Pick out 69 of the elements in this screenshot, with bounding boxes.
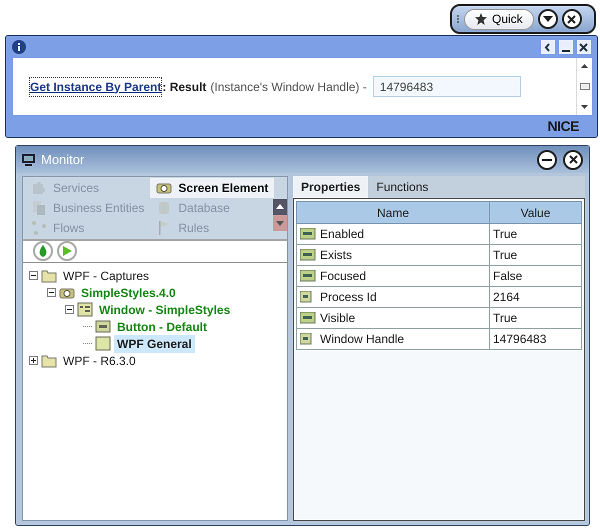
close-icon xyxy=(568,155,578,164)
property-name: Enabled xyxy=(320,226,364,243)
capture-button[interactable] xyxy=(33,241,53,261)
scroll-down-icon xyxy=(581,105,588,109)
close-button[interactable] xyxy=(562,9,582,29)
quick-button[interactable]: Quick xyxy=(464,8,534,30)
result-field[interactable]: 14796483 xyxy=(372,76,521,97)
result-description: (Instance's Window Handle) - xyxy=(210,78,367,96)
star-icon xyxy=(475,13,487,25)
property-value: 14796483 xyxy=(493,332,546,346)
tab[interactable]: Functions xyxy=(368,176,436,198)
tree-item[interactable]: WPF - Captures xyxy=(60,266,152,284)
result-label: : Result xyxy=(162,78,206,96)
minimize-button[interactable] xyxy=(559,40,573,54)
close-button[interactable] xyxy=(577,40,591,54)
monitor-icon xyxy=(22,154,35,166)
close-button[interactable] xyxy=(563,150,583,170)
pages-icon xyxy=(31,200,47,216)
property-value: True xyxy=(493,311,518,325)
tree-item[interactable]: SimpleStyles.4.0 xyxy=(78,284,179,302)
property-name: Process Id xyxy=(320,289,377,306)
tree-item[interactable]: Window - SimpleStyles xyxy=(96,300,234,318)
property-name: Focused xyxy=(320,268,366,285)
back-button[interactable] xyxy=(541,40,555,54)
minimize-icon xyxy=(562,50,570,52)
caret-icon xyxy=(542,16,553,22)
close-icon xyxy=(567,14,576,24)
window-icon xyxy=(77,302,93,317)
tab[interactable]: Properties xyxy=(293,176,368,198)
nav-tab[interactable]: Screen Element xyxy=(150,178,274,198)
property-name: Visible xyxy=(320,310,356,327)
close-icon xyxy=(579,42,589,52)
folder-icon xyxy=(41,268,57,283)
brand-logo: NICE xyxy=(548,116,579,136)
minimize-button[interactable] xyxy=(537,150,557,170)
boolean-icon xyxy=(300,228,316,240)
property-name: Exists xyxy=(320,247,352,264)
leaf-icon xyxy=(37,245,49,257)
flow-icon xyxy=(31,220,47,236)
grip-icon xyxy=(580,83,590,90)
boolean-icon xyxy=(300,270,316,282)
scroll-up-icon xyxy=(581,64,588,68)
column-header: Value xyxy=(490,202,582,224)
folder-icon xyxy=(41,353,57,368)
collapse-toggle[interactable] xyxy=(29,271,38,280)
grip-icon xyxy=(456,14,460,24)
dropdown-button[interactable] xyxy=(538,9,558,29)
property-value: True xyxy=(493,227,518,241)
info-icon xyxy=(12,40,26,54)
property-name: Window Handle xyxy=(320,331,404,348)
window-title: Monitor xyxy=(41,150,86,169)
property-value: True xyxy=(493,248,518,262)
property-value: 2164 xyxy=(493,290,520,304)
expand-toggle[interactable] xyxy=(29,356,38,365)
scroll-down-icon xyxy=(273,215,287,231)
tree-item[interactable]: WPF - R6.3.0 xyxy=(60,352,139,370)
collapse-toggle[interactable] xyxy=(65,305,74,314)
boolean-icon xyxy=(300,249,316,261)
property-value: False xyxy=(493,269,522,283)
boolean-icon xyxy=(300,312,316,324)
tree-item[interactable]: WPF General xyxy=(114,334,195,352)
element-icon xyxy=(95,336,111,351)
scrollbar[interactable] xyxy=(576,58,592,115)
collapse-toggle[interactable] xyxy=(47,288,56,297)
tree-item[interactable]: Button - Default xyxy=(114,318,210,336)
minimize-icon xyxy=(542,158,552,160)
action-link[interactable]: Get Instance By Parent xyxy=(29,76,162,96)
column-header: Name xyxy=(296,202,490,224)
button-icon xyxy=(95,319,111,334)
